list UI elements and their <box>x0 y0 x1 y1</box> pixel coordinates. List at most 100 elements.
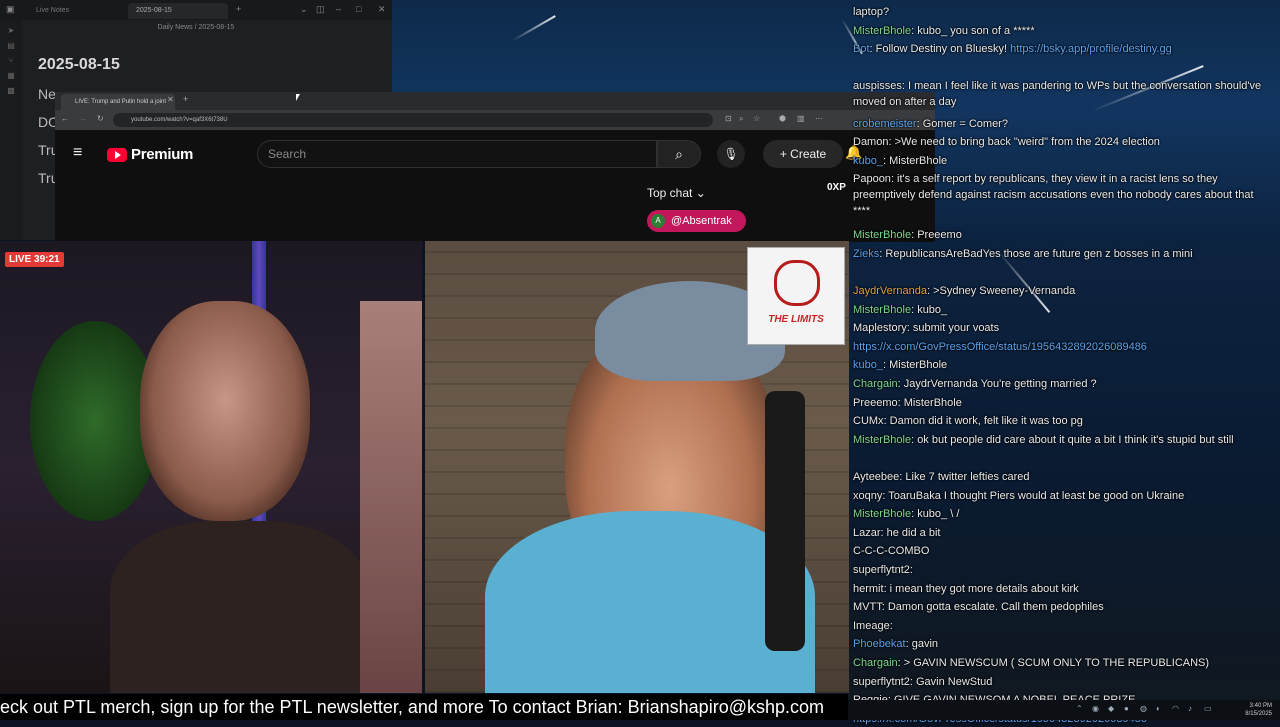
chat-username[interactable]: MisterBhole <box>853 25 911 37</box>
taskbar-clock[interactable]: 3:40 PM 8/15/2025 <box>1245 702 1272 718</box>
chat-username[interactable]: MisterBhole <box>853 508 911 520</box>
search-button[interactable]: ⌕ <box>657 140 701 168</box>
chat-text: : submit your voats <box>906 322 1000 335</box>
chat-text: : Damon gotta escalate. Call them pedoph… <box>881 601 1104 614</box>
tray-icon[interactable]: ● <box>1124 704 1129 713</box>
chat-message: C-C-C-COMBO <box>853 543 1273 559</box>
chat-username[interactable]: MisterBhole <box>853 229 911 241</box>
chat-link[interactable]: https://x.com/GovPressOffice/status/1956… <box>853 341 1147 353</box>
top-chat-label: Top chat <box>647 186 693 200</box>
chevron-up-icon[interactable]: ⌃ <box>1076 704 1083 713</box>
voice-search-button[interactable]: 🎙 <box>717 140 745 168</box>
bookmark-star-icon[interactable]: ☆ <box>753 114 760 123</box>
right-webcam-feed: THE LIMITS <box>425 241 849 693</box>
chat-username[interactable]: kubo_ <box>853 155 883 167</box>
chevron-down-icon[interactable]: ⌄ <box>300 4 308 15</box>
chat-link[interactable]: https://bsky.app/profile/destiny.gg <box>1010 43 1172 55</box>
new-tab-icon[interactable]: + <box>236 4 241 14</box>
new-tab-icon[interactable]: + <box>183 94 188 104</box>
taskbar: ⌃ ◉ ◆ ● ◍ ◐ ◠ ♪ ▭ 3:40 PM 8/15/2025 <box>848 700 1280 720</box>
wifi-icon[interactable]: ◠ <box>1172 704 1179 713</box>
tray-icon[interactable]: ◆ <box>1108 704 1114 713</box>
live-timer-badge: LIVE 39:21 <box>5 252 64 267</box>
chat-username[interactable]: Maplestory <box>853 322 907 334</box>
grid-icon[interactable]: ▩ <box>0 86 22 95</box>
chat-username[interactable]: crobemeister <box>853 118 917 130</box>
chat-username[interactable]: hermit <box>853 583 884 595</box>
chat-message: Damon: >We need to bring back "weird" fr… <box>853 134 1273 150</box>
youtube-logo[interactable]: Premium <box>107 146 193 163</box>
install-icon[interactable]: ⊡ <box>725 114 732 123</box>
minimize-icon[interactable]: – <box>336 4 341 14</box>
left-webcam-feed: LIVE 39:21 <box>0 241 422 693</box>
chat-username[interactable]: Preeemo <box>853 397 898 409</box>
show-logo-text: THE LIMITS <box>768 314 824 325</box>
search-input[interactable]: Search <box>257 140 657 168</box>
create-button[interactable]: + Create <box>763 140 843 168</box>
chat-username[interactable]: Chargain <box>853 657 898 669</box>
ticker-text: eck out PTL merch, sign up for the PTL n… <box>0 697 825 717</box>
notes-tab-daily[interactable]: 2025-08-15 <box>128 3 228 19</box>
browser-tab[interactable]: LIVE: Trump and Putin hold a joint <box>61 94 175 110</box>
tab-close-icon[interactable]: ✕ <box>167 95 174 104</box>
chat-username[interactable]: Papoon <box>853 173 891 185</box>
chat-message: Maplestory: submit your voats <box>853 320 1273 336</box>
chat-username[interactable]: Lazar <box>853 527 881 539</box>
tray-icon[interactable]: ◍ <box>1140 704 1147 713</box>
extension-icon[interactable]: ⋯ <box>815 114 823 123</box>
zoom-icon[interactable]: ⌕ <box>739 114 743 124</box>
background-shelf <box>360 301 422 693</box>
extension-icon[interactable]: ⬢ <box>779 114 786 123</box>
notes-ribbon: ➤ ▤ ⑂ ▦ ▩ <box>0 20 22 240</box>
address-bar-row: ← → ↻ youtube.com/watch?v=qaf3X6t738U ⊡ … <box>55 110 935 130</box>
layout-icon[interactable]: ◫ <box>316 4 325 15</box>
chat-username[interactable]: Ayteebee <box>853 471 899 483</box>
note-title: 2025-08-15 <box>38 56 120 73</box>
chat-username[interactable]: superflytnt2 <box>853 564 910 576</box>
chat-username[interactable]: Damon <box>853 136 888 148</box>
chat-text: : it's a self report by republicans, the… <box>853 173 1254 218</box>
mic-icon: 🎙 <box>723 147 739 161</box>
forward-icon[interactable]: → <box>79 114 87 123</box>
chat-username[interactable]: Zieks <box>853 248 879 260</box>
extension-icon[interactable]: ▥ <box>797 114 805 123</box>
reload-icon[interactable]: ↻ <box>97 114 104 123</box>
branch-icon[interactable]: ⑂ <box>0 56 22 65</box>
chat-text: : Preeemo <box>911 229 962 242</box>
chat-username[interactable]: MVTT <box>853 601 882 613</box>
back-icon[interactable]: ← <box>61 114 69 123</box>
url-input[interactable]: youtube.com/watch?v=qaf3X6t738U <box>113 113 713 127</box>
battery-icon[interactable]: ▭ <box>1204 704 1212 713</box>
chat-text: : kubo_ you son of a ***** <box>911 24 1035 37</box>
tray-icon[interactable]: ◉ <box>1092 704 1099 713</box>
chat-username[interactable]: CUMx <box>853 415 884 427</box>
chat-message: MisterBhole: kubo_ \ / <box>853 506 1273 522</box>
chat-username[interactable]: MisterBhole <box>853 304 911 316</box>
chat-text: : RepublicansAreBadYes those are future … <box>879 247 1193 260</box>
chat-username[interactable]: kubo_ <box>853 359 883 371</box>
notes-tab-live-notes[interactable]: Live Notes <box>28 3 128 19</box>
chat-username[interactable]: auspisses <box>853 80 902 92</box>
top-chat-dropdown[interactable]: Top chat ⌄ <box>647 186 706 200</box>
chat-username[interactable]: xoqny <box>853 490 882 502</box>
menu-icon[interactable]: ≡ <box>73 144 82 162</box>
chat-username[interactable]: superflytnt2 <box>853 676 910 688</box>
sidebar-toggle-icon[interactable]: ▣ <box>6 4 15 15</box>
volume-icon[interactable]: ♪ <box>1188 704 1192 713</box>
maximize-icon[interactable]: □ <box>356 4 361 14</box>
chat-username[interactable]: MisterBhole <box>853 434 911 446</box>
chat-username[interactable]: Phoebekat <box>853 638 906 650</box>
file-icon[interactable]: ▤ <box>0 41 22 50</box>
pinned-user-pill[interactable]: A @Absentrak <box>647 210 746 232</box>
chat-text: : Gomer = Comer? <box>916 117 1008 130</box>
chat-message: laptop? <box>853 4 1273 20</box>
close-icon[interactable]: ✕ <box>378 4 386 15</box>
chat-username[interactable]: Imeage <box>853 620 890 632</box>
tray-icon[interactable]: ◐ <box>1156 704 1161 713</box>
chat-username[interactable]: Chargain <box>853 378 898 390</box>
chat-username[interactable]: JaydrVernanda <box>853 285 927 297</box>
news-ticker: eck out PTL merch, sign up for the PTL n… <box>0 694 848 720</box>
chat-message: JaydrVernanda: >Sydney Sweeney-Vernanda <box>853 283 1273 299</box>
calendar-icon[interactable]: ▦ <box>0 71 22 80</box>
chat-username[interactable]: Bot <box>853 43 870 55</box>
